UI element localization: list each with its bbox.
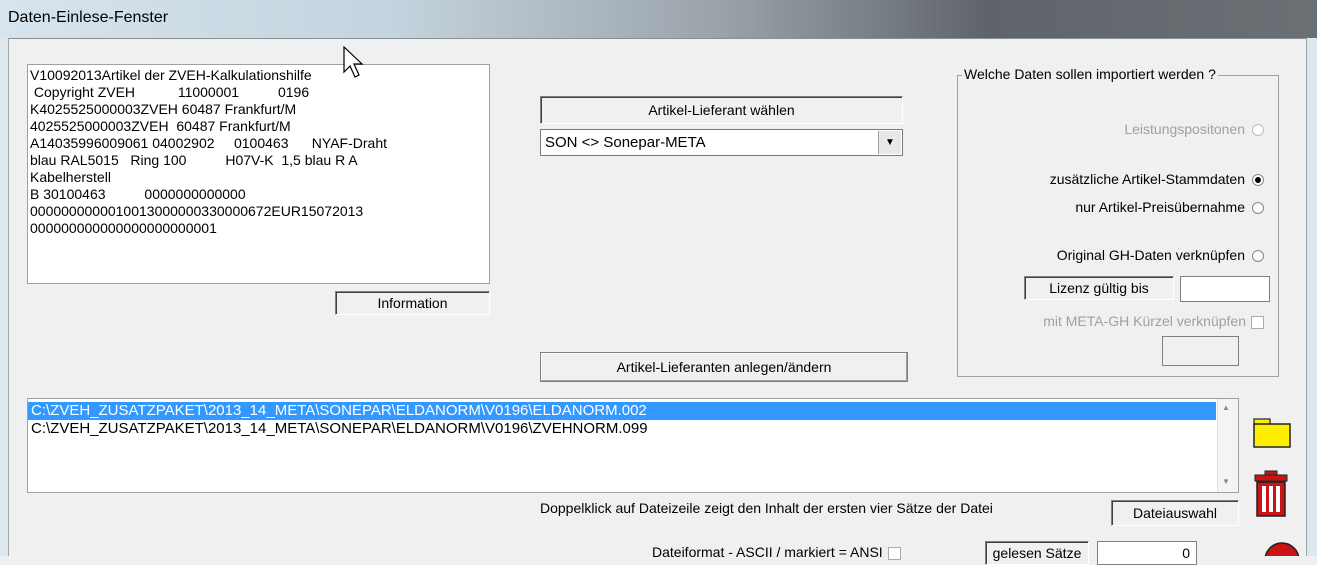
window-title: Daten-Einlese-Fenster: [8, 9, 169, 26]
checkbox-icon: [887, 546, 901, 560]
chevron-down-icon[interactable]: ▼: [878, 131, 901, 154]
import-options-group: Welche Daten sollen importiert werden ? …: [957, 66, 1279, 377]
preview-line: A14035996009061 04002902 0100463 NYAF-Dr…: [30, 135, 388, 151]
option-label: Original GH-Daten verknüpfen: [1056, 247, 1245, 263]
mouse-cursor-icon: [343, 46, 364, 78]
option-gh-daten[interactable]: Original GH-Daten verknüpfen: [1057, 247, 1264, 263]
meta-code-field[interactable]: [1162, 336, 1239, 366]
open-folder-button[interactable]: [1246, 405, 1296, 455]
trash-icon: [1254, 470, 1288, 517]
double-click-hint: Doppelklick auf Dateizeile zeigt den Inh…: [540, 500, 993, 516]
supplier-select[interactable]: SON <> Sonepar-META ▼: [540, 129, 903, 156]
radio-icon: [1252, 202, 1264, 215]
radio-icon: [1252, 124, 1264, 137]
file-row[interactable]: C:\ZVEH_ZUSATZPAKET\2013_14_META\SONEPAR…: [28, 402, 1216, 420]
option-label: nur Artikel-Preisübernahme: [1075, 199, 1245, 215]
preview-line: blau RAL5015 Ring 100 H07V-K 1,5 blau R …: [30, 152, 358, 168]
delete-button[interactable]: [1246, 468, 1296, 520]
option-preisuebernahme[interactable]: nur Artikel-Preisübernahme: [1075, 199, 1264, 215]
scroll-up-icon[interactable]: ▲: [1222, 403, 1230, 412]
option-stammdaten[interactable]: zusätzliche Artikel-Stammdaten: [1050, 171, 1264, 187]
records-read-label: gelesen Sätze: [985, 541, 1089, 565]
preview-line: Copyright ZVEH 11000001 0196: [30, 84, 310, 100]
stop-button[interactable]: [1262, 540, 1302, 556]
file-preview[interactable]: V10092013Artikel der ZVEH-Kalkulationshi…: [27, 64, 490, 284]
file-row[interactable]: C:\ZVEH_ZUSATZPAKET\2013_14_META\SONEPAR…: [28, 420, 1216, 438]
license-date-field[interactable]: [1180, 276, 1270, 302]
information-label: Information: [335, 291, 490, 315]
option-leistungspositionen[interactable]: Leistungspositonen: [1124, 121, 1264, 137]
window-frame-right: [1306, 38, 1317, 556]
preview-line: V10092013Artikel der ZVEH-Kalkulationshi…: [30, 67, 312, 83]
preview-line: 000000000000000000000001: [30, 220, 217, 236]
stop-icon: [1264, 542, 1300, 556]
file-select-label: Dateiauswahl: [1111, 500, 1239, 526]
supplier-label: Artikel-Lieferant wählen: [540, 96, 903, 124]
window-frame-left: [0, 38, 9, 556]
preview-line: 0000000000010013000000330000672EUR150720…: [30, 203, 364, 219]
meta-link-label: mit META-GH Kürzel verknüpfen: [1043, 313, 1246, 329]
records-read-count: 0: [1097, 541, 1197, 565]
preview-line: B 30100463 0000000000000: [30, 186, 246, 202]
option-label: Leistungspositonen: [1124, 121, 1245, 137]
preview-line: K4025525000003ZVEH 60487 Frankfurt/M: [30, 101, 297, 117]
folder-icon: [1253, 418, 1291, 448]
import-options-legend: Welche Daten sollen importiert werden ?: [962, 66, 1218, 82]
radio-checked-icon: [1252, 174, 1264, 187]
option-label: zusätzliche Artikel-Stammdaten: [1049, 171, 1245, 187]
radio-icon: [1252, 250, 1264, 263]
license-label: Lizenz gültig bis: [1024, 276, 1174, 300]
file-format-option[interactable]: Dateiformat - ASCII / markiert = ANSI: [652, 544, 901, 560]
vertical-scrollbar[interactable]: ▲ ▼: [1217, 399, 1238, 492]
preview-line: Kabelherstell: [30, 169, 111, 185]
file-list[interactable]: C:\ZVEH_ZUSATZPAKET\2013_14_META\SONEPAR…: [27, 398, 1239, 493]
checkbox-icon: [1251, 315, 1264, 329]
manage-suppliers-button[interactable]: Artikel-Lieferanten anlegen/ändern: [540, 352, 908, 382]
file-format-label: Dateiformat - ASCII / markiert = ANSI: [652, 544, 883, 560]
supplier-selected-value: SON <> Sonepar-META: [545, 134, 706, 151]
meta-link-option[interactable]: mit META-GH Kürzel verknüpfen: [1043, 313, 1264, 329]
preview-line: 4025525000003ZVEH 60487 Frankfurt/M: [30, 118, 291, 134]
title-bar: Daten-Einlese-Fenster: [0, 0, 1317, 39]
scroll-down-icon[interactable]: ▼: [1222, 477, 1230, 486]
